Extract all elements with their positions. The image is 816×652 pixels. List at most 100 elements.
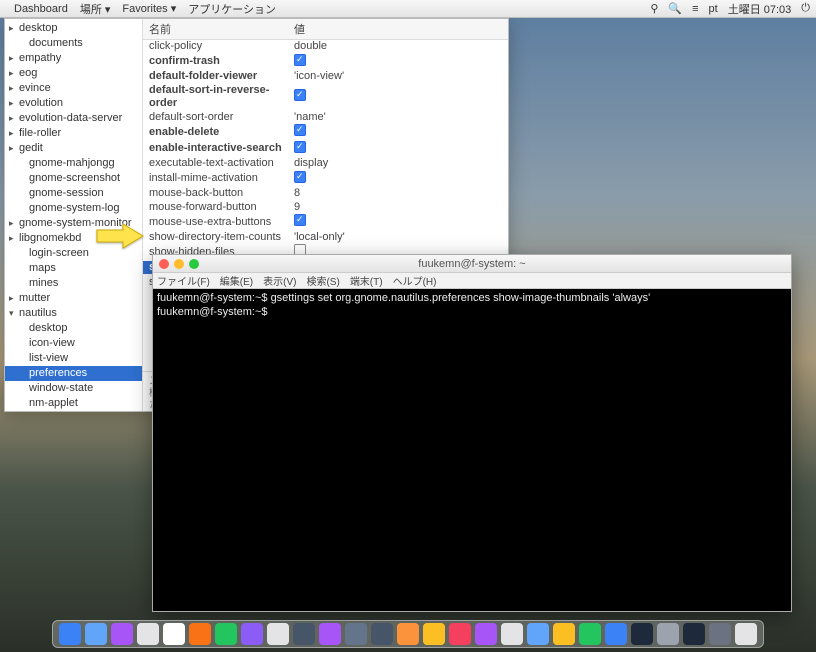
menu-places[interactable]: 場所 ▾ — [80, 1, 111, 17]
tree-node-documents[interactable]: documents — [5, 36, 142, 51]
checkbox[interactable] — [294, 54, 306, 66]
spotlight-icon[interactable]: ⚲ — [650, 2, 658, 15]
dock-icon-12[interactable] — [371, 623, 393, 645]
key-value[interactable]: 'local-only' — [294, 231, 502, 245]
key-row-enable-delete[interactable]: enable-delete — [143, 124, 508, 141]
tree-node-mutter[interactable]: mutter — [5, 291, 142, 306]
clock-label[interactable]: 土曜日 07:03 — [728, 1, 792, 17]
menu-dashboard[interactable]: Dashboard — [14, 3, 68, 15]
key-row-mouse-forward-button[interactable]: mouse-forward-button9 — [143, 201, 508, 215]
terminal-titlebar[interactable]: fuukemn@f-system: ~ — [153, 255, 791, 273]
key-row-enable-interactive-search[interactable]: enable-interactive-search — [143, 141, 508, 158]
tree-node-gedit[interactable]: gedit — [5, 141, 142, 156]
tree-node-window-state[interactable]: window-state — [5, 381, 142, 396]
dock-icon-5[interactable] — [189, 623, 211, 645]
term-menu-item[interactable]: ファイル(F) — [157, 273, 210, 288]
key-value[interactable] — [294, 54, 502, 71]
key-row-confirm-trash[interactable]: confirm-trash — [143, 54, 508, 71]
term-menu-item[interactable]: 検索(S) — [306, 273, 339, 288]
tree-node-maps[interactable]: maps — [5, 261, 142, 276]
key-row-mouse-use-extra-buttons[interactable]: mouse-use-extra-buttons — [143, 214, 508, 231]
dock-icon-16[interactable] — [475, 623, 497, 645]
key-row-click-policy[interactable]: click-policydouble — [143, 40, 508, 54]
tree-node-evince[interactable]: evince — [5, 81, 142, 96]
dock-icon-6[interactable] — [215, 623, 237, 645]
dock-icon-19[interactable] — [553, 623, 575, 645]
checkbox[interactable] — [294, 214, 306, 226]
tree-node-file-roller[interactable]: file-roller — [5, 126, 142, 141]
tree-node-icon-view[interactable]: icon-view — [5, 336, 142, 351]
dock-icon-2[interactable] — [111, 623, 133, 645]
dock-icon-25[interactable] — [709, 623, 731, 645]
tree-node-nm-applet[interactable]: nm-applet — [5, 396, 142, 411]
dock-icon-20[interactable] — [579, 623, 601, 645]
tree-node-gnome-screenshot[interactable]: gnome-screenshot — [5, 171, 142, 186]
key-row-mouse-back-button[interactable]: mouse-back-button8 — [143, 187, 508, 201]
tree-node-desktop[interactable]: desktop — [5, 321, 142, 336]
schema-tree[interactable]: desktopdocumentsempathyeogevinceevolutio… — [5, 19, 143, 411]
tree-node-preferences[interactable]: preferences — [5, 366, 142, 381]
dock-icon-0[interactable] — [59, 623, 81, 645]
dock-icon-7[interactable] — [241, 623, 263, 645]
dock-icon-24[interactable] — [683, 623, 705, 645]
dock-icon-3[interactable] — [137, 623, 159, 645]
tree-node-empathy[interactable]: empathy — [5, 51, 142, 66]
tree-node-mines[interactable]: mines — [5, 276, 142, 291]
user-label[interactable]: pt — [709, 3, 718, 15]
checkbox[interactable] — [294, 124, 306, 136]
key-row-default-sort-in-reverse-order[interactable]: default-sort-in-reverse-order — [143, 84, 508, 111]
dock-icon-22[interactable] — [631, 623, 653, 645]
checkbox[interactable] — [294, 171, 306, 183]
key-row-install-mime-activation[interactable]: install-mime-activation — [143, 171, 508, 188]
tree-node-evolution[interactable]: evolution — [5, 96, 142, 111]
term-menu-item[interactable]: 編集(E) — [220, 273, 253, 288]
dock-icon-26[interactable] — [735, 623, 757, 645]
dock-icon-15[interactable] — [449, 623, 471, 645]
key-value[interactable]: display — [294, 157, 502, 171]
dock-icon-13[interactable] — [397, 623, 419, 645]
tree-node-eog[interactable]: eog — [5, 66, 142, 81]
tree-node-evolution-data-server[interactable]: evolution-data-server — [5, 111, 142, 126]
key-value[interactable]: 9 — [294, 201, 502, 215]
checkbox[interactable] — [294, 141, 306, 153]
dock-icon-8[interactable] — [267, 623, 289, 645]
menu-favorites[interactable]: Favorites ▾ — [122, 2, 176, 15]
key-value[interactable]: 8 — [294, 187, 502, 201]
key-value[interactable]: 'name' — [294, 111, 502, 125]
term-menu-item[interactable]: 端末(T) — [350, 273, 383, 288]
dock[interactable] — [52, 620, 764, 648]
dock-icon-4[interactable] — [163, 623, 185, 645]
key-row-executable-text-activation[interactable]: executable-text-activationdisplay — [143, 157, 508, 171]
dock-icon-17[interactable] — [501, 623, 523, 645]
dock-icon-9[interactable] — [293, 623, 315, 645]
key-value[interactable] — [294, 124, 502, 141]
tree-node-gnome-mahjongg[interactable]: gnome-mahjongg — [5, 156, 142, 171]
power-icon[interactable]: ⏻ — [801, 2, 810, 15]
key-value[interactable] — [294, 214, 502, 231]
tree-node-gnome-session[interactable]: gnome-session — [5, 186, 142, 201]
dock-icon-11[interactable] — [345, 623, 367, 645]
dock-icon-18[interactable] — [527, 623, 549, 645]
dock-icon-10[interactable] — [319, 623, 341, 645]
key-value[interactable]: 'icon-view' — [294, 70, 502, 84]
key-value[interactable]: double — [294, 40, 502, 54]
terminal-body[interactable]: fuukemn@f-system:~$ gsettings set org.gn… — [153, 289, 791, 611]
checkbox[interactable] — [294, 89, 306, 101]
tree-node-desktop[interactable]: desktop — [5, 21, 142, 36]
tree-node-gnome-system-log[interactable]: gnome-system-log — [5, 201, 142, 216]
dock-icon-14[interactable] — [423, 623, 445, 645]
tree-node-list-view[interactable]: list-view — [5, 351, 142, 366]
key-value[interactable] — [294, 141, 502, 158]
dock-icon-1[interactable] — [85, 623, 107, 645]
dock-icon-23[interactable] — [657, 623, 679, 645]
key-value[interactable] — [294, 89, 502, 106]
term-menu-item[interactable]: ヘルプ(H) — [393, 273, 437, 288]
key-row-default-folder-viewer[interactable]: default-folder-viewer'icon-view' — [143, 70, 508, 84]
key-value[interactable] — [294, 171, 502, 188]
term-menu-item[interactable]: 表示(V) — [263, 273, 296, 288]
menu-applications[interactable]: アプリケーション — [188, 1, 276, 17]
menu-icon[interactable]: ≡ — [692, 3, 698, 15]
key-row-default-sort-order[interactable]: default-sort-order'name' — [143, 111, 508, 125]
dock-icon-21[interactable] — [605, 623, 627, 645]
search-icon[interactable]: 🔍 — [668, 2, 682, 15]
